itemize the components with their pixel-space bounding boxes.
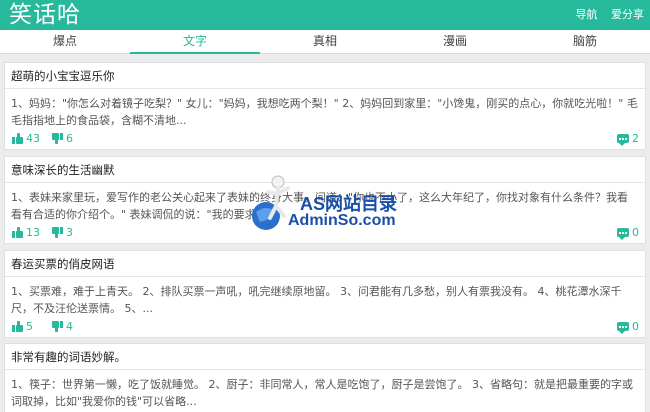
tab-zhenxiang[interactable]: 真相 — [260, 30, 390, 54]
dislike-count: 6 — [66, 131, 73, 145]
tab-manhua[interactable]: 漫画 — [390, 30, 520, 54]
joke-title[interactable]: 非常有趣的词语妙解。 — [5, 344, 645, 370]
joke-title[interactable]: 超萌的小宝宝逗乐你 — [5, 63, 645, 89]
tab-baodian[interactable]: 爆点 — [0, 30, 130, 54]
thumbs-down-icon — [52, 226, 63, 238]
dislike-button[interactable]: 6 — [52, 131, 73, 145]
joke-card: 非常有趣的词语妙解。 1、筷子：世界第一懒，吃了饭就睡觉。 2、厨子：非同常人，… — [4, 343, 646, 412]
card-footer: 43 6 2 — [5, 127, 645, 149]
like-button[interactable]: 43 — [12, 131, 40, 145]
comment-icon — [617, 227, 629, 240]
thumbs-up-icon — [12, 320, 23, 332]
comment-count: 0 — [632, 319, 639, 333]
thumbs-down-icon — [52, 320, 63, 332]
top-links: 导航 爱分享 — [566, 0, 645, 30]
dislike-count: 4 — [66, 319, 73, 333]
site-logo[interactable]: 笑话哈 — [9, 0, 81, 30]
like-count: 43 — [26, 131, 40, 145]
tab-naojin[interactable]: 脑筋 — [520, 30, 650, 54]
joke-card: 超萌的小宝宝逗乐你 1、妈妈："你怎么对着镜子吃梨？" 女儿："妈妈，我想吃两个… — [4, 62, 646, 150]
comment-button[interactable]: 2 — [617, 131, 639, 146]
like-button[interactable]: 5 — [12, 319, 33, 333]
joke-excerpt: 1、买票难，难于上青天。 2、排队买票一声吼，吼完继续原地留。 3、问君能有几多… — [11, 285, 622, 315]
comment-button[interactable]: 0 — [617, 225, 639, 240]
dislike-count: 3 — [66, 225, 73, 239]
thumbs-up-icon — [12, 132, 23, 144]
top-bar: 笑话哈 导航 爱分享 — [0, 0, 650, 30]
like-button[interactable]: 13 — [12, 225, 40, 239]
dislike-button[interactable]: 4 — [52, 319, 73, 333]
joke-excerpt: 1、筷子：世界第一懒，吃了饭就睡觉。 2、厨子：非同常人，常人是吃饱了，厨子是尝… — [11, 378, 633, 408]
nav-link[interactable]: 导航 — [576, 8, 598, 21]
comment-count: 0 — [632, 225, 639, 239]
joke-title[interactable]: 春运买票的俏皮网语 — [5, 251, 645, 277]
watermark-url: AdminSo.com — [288, 212, 396, 229]
like-count: 5 — [26, 319, 33, 333]
thumbs-down-icon — [52, 132, 63, 144]
thumbs-up-icon — [12, 226, 23, 238]
card-footer: 5 4 0 — [5, 315, 645, 337]
comment-icon — [617, 321, 629, 334]
comment-count: 2 — [632, 131, 639, 145]
comment-button[interactable]: 0 — [617, 319, 639, 334]
joke-excerpt: 1、妈妈："你怎么对着镜子吃梨？" 女儿："妈妈，我想吃两个梨！" 2、妈妈回到… — [11, 97, 638, 127]
site-watermark: AS网站目录 AdminSo.com — [248, 172, 408, 238]
tab-wenzi[interactable]: 文字 — [130, 30, 260, 54]
joke-card: 春运买票的俏皮网语 1、买票难，难于上青天。 2、排队买票一声吼，吼完继续原地留… — [4, 250, 646, 338]
comment-icon — [617, 133, 629, 146]
dislike-button[interactable]: 3 — [52, 225, 73, 239]
share-link[interactable]: 爱分享 — [611, 8, 644, 21]
like-count: 13 — [26, 225, 40, 239]
category-tabs: 爆点 文字 真相 漫画 脑筋 — [0, 30, 650, 54]
